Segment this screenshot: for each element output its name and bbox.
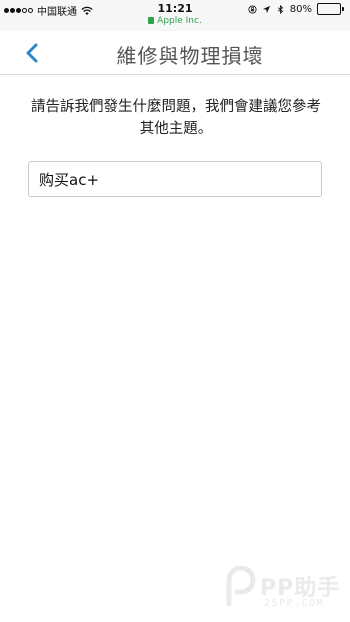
status-right: 80% xyxy=(248,3,344,15)
battery-icon xyxy=(317,3,344,15)
orientation-lock-icon xyxy=(248,4,257,14)
url-label: Apple Inc. xyxy=(157,16,202,26)
secure-url: Apple Inc. xyxy=(0,16,350,26)
back-button[interactable] xyxy=(22,39,46,67)
topic-search-input[interactable] xyxy=(28,161,322,197)
page-title: 維修與物理損壞 xyxy=(116,44,264,68)
nav-bar: 維修與物理損壞 xyxy=(0,31,350,75)
lock-icon xyxy=(148,17,155,24)
status-bar: 中国联通 11:21 Apple Inc. 80% xyxy=(0,0,350,31)
watermark: PP助手 25PP.COM xyxy=(224,566,346,616)
prompt-text: 請告訴我們發生什麼問題，我們會建議您參考其他主題。 xyxy=(31,99,321,137)
bluetooth-icon xyxy=(277,4,283,14)
chevron-left-icon xyxy=(26,43,38,63)
location-arrow-icon xyxy=(262,5,270,13)
watermark-site: 25PP.COM xyxy=(264,598,325,609)
pp-logo-icon xyxy=(226,566,256,606)
battery-percent: 80% xyxy=(289,3,312,15)
